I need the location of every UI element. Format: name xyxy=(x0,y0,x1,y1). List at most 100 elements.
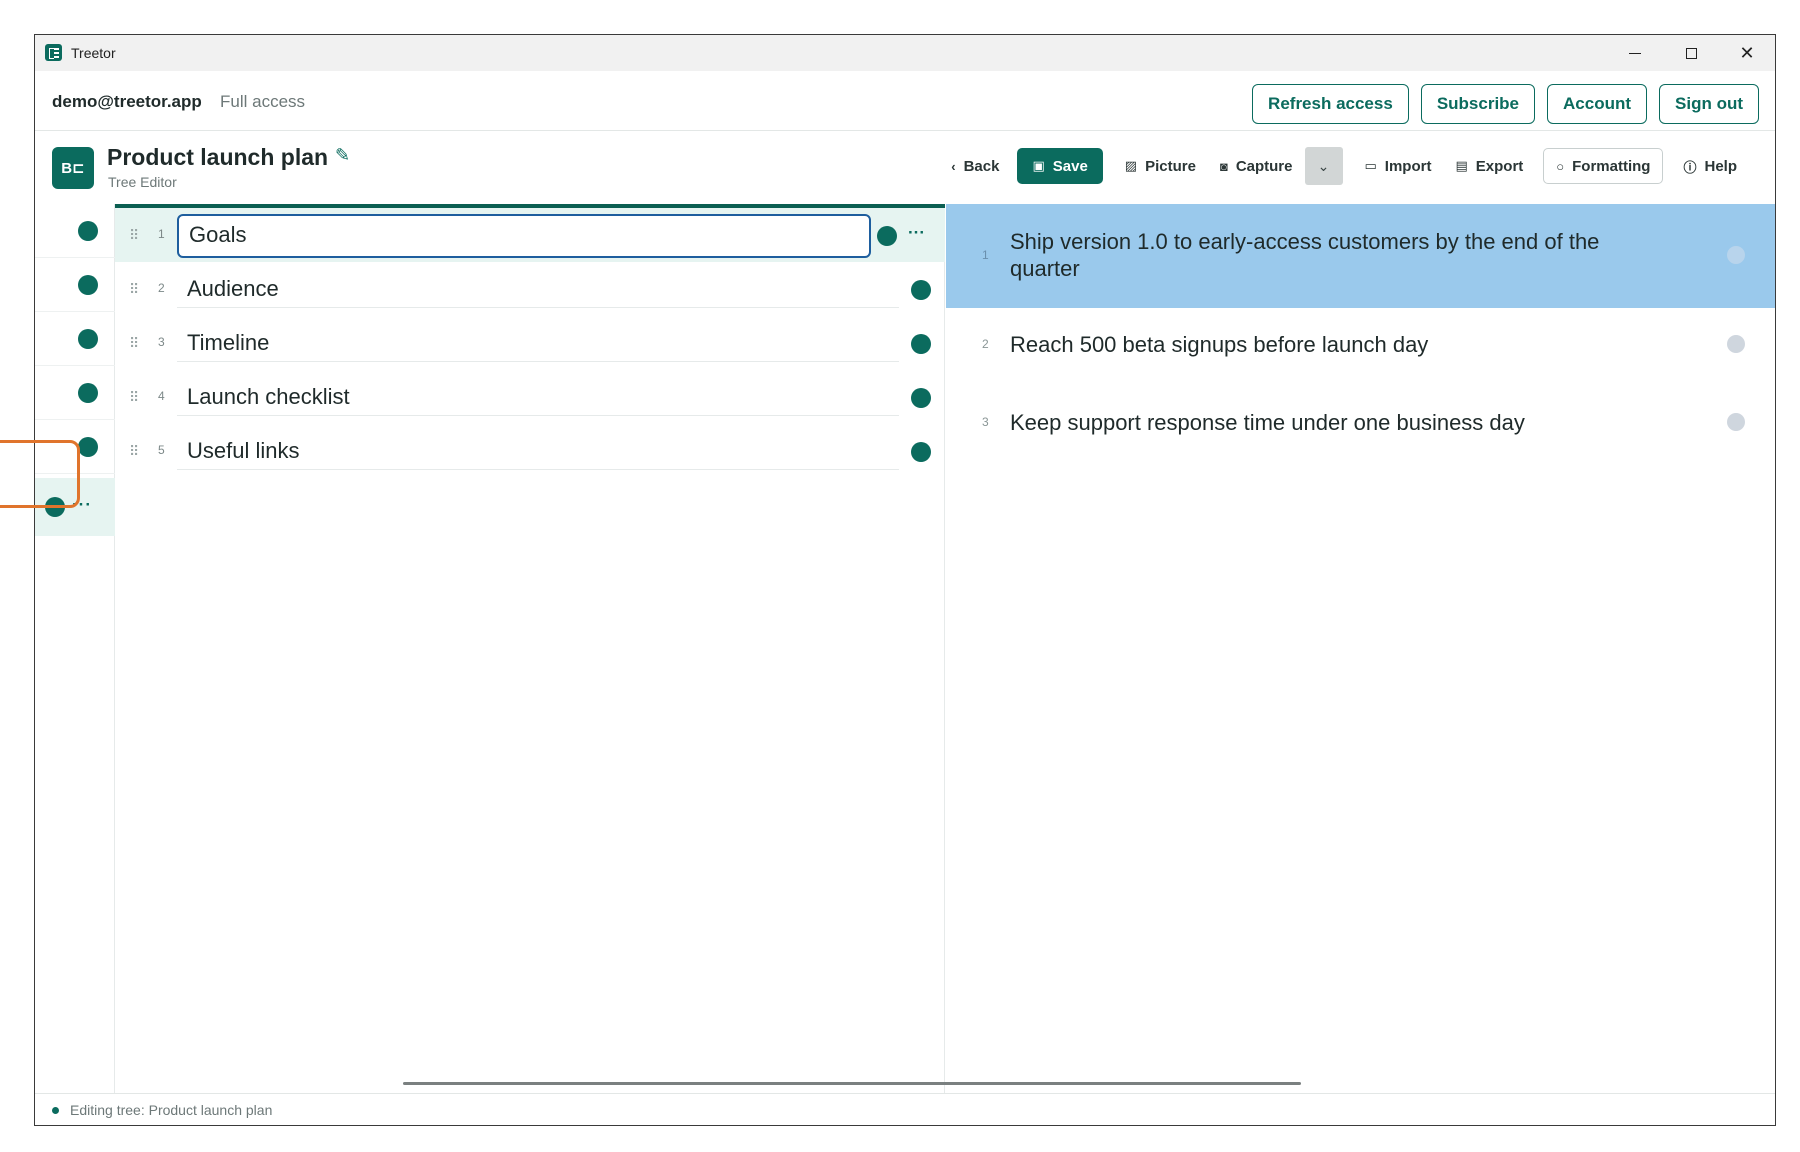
sign-out-button[interactable]: Sign out xyxy=(1659,84,1759,124)
tree-panel: ⠿ 1 Goals ··· ⠿ 2 Audience ⠿ 3 Timeline … xyxy=(115,204,945,1093)
drag-handle-icon[interactable]: ⠿ xyxy=(129,444,139,458)
node-dot-icon[interactable] xyxy=(911,388,931,408)
node-dot-icon xyxy=(78,221,98,241)
back-label: Back xyxy=(963,157,1000,175)
back-button[interactable]: ‹ Back xyxy=(939,148,1011,184)
page-subtitle: Tree Editor xyxy=(108,174,177,190)
app-window: Treetor ✕ demo@treetor.app Full access R… xyxy=(34,34,1776,1126)
tree-row[interactable]: ⠿ 4 Launch checklist xyxy=(115,370,945,424)
rail-more-item[interactable]: ··· xyxy=(35,478,115,536)
minimize-button[interactable] xyxy=(1607,35,1663,71)
item-number: 1 xyxy=(982,248,989,262)
item-text[interactable]: Reach 500 beta signups before launch day xyxy=(1010,331,1675,358)
rail-item[interactable] xyxy=(35,312,115,366)
item-text[interactable]: Ship version 1.0 to early-access custome… xyxy=(1010,228,1675,282)
chevron-down-icon: ⌄ xyxy=(1317,157,1330,174)
maximize-icon xyxy=(1685,47,1697,59)
account-email: demo@treetor.app xyxy=(52,92,202,111)
drag-handle-icon[interactable]: ⠿ xyxy=(129,282,139,296)
capture-button[interactable]: ◙ Capture xyxy=(1208,148,1305,184)
export-label: Export xyxy=(1475,157,1524,175)
maximize-button[interactable] xyxy=(1663,35,1719,71)
import-button[interactable]: ▭ Import xyxy=(1353,148,1444,184)
rail-item[interactable] xyxy=(35,258,115,312)
content-panel: 1 Ship version 1.0 to early-access custo… xyxy=(946,204,1775,1093)
node-dot-icon xyxy=(78,329,98,349)
row-number: 4 xyxy=(158,389,165,403)
document-header: B⊏ Product launch plan ✎ Tree Editor ‹ B… xyxy=(35,132,1775,204)
help-icon: ⓘ xyxy=(1683,159,1697,175)
tree-editor-icon: B⊏ xyxy=(52,147,94,189)
content-item[interactable]: 2 Reach 500 beta signups before launch d… xyxy=(946,308,1775,386)
tree-row[interactable]: ⠿ 3 Timeline xyxy=(115,316,945,370)
rail-item[interactable] xyxy=(35,204,115,258)
save-label: Save xyxy=(1052,157,1088,175)
content-item[interactable]: 1 Ship version 1.0 to early-access custo… xyxy=(946,204,1775,308)
formatting-button[interactable]: ○ Formatting xyxy=(1543,148,1664,184)
title-bar: Treetor ✕ xyxy=(35,35,1775,71)
picture-label: Picture xyxy=(1145,157,1196,175)
node-dot-icon[interactable] xyxy=(1727,335,1745,353)
import-label: Import xyxy=(1384,157,1432,175)
row-number: 1 xyxy=(158,227,165,241)
tree-item-label[interactable]: Timeline xyxy=(177,326,899,362)
tree-row[interactable]: ⠿ 2 Audience xyxy=(115,262,945,316)
account-bar: demo@treetor.app Full access Refresh acc… xyxy=(35,71,1775,131)
rail-item[interactable] xyxy=(35,366,115,420)
node-dot-icon[interactable] xyxy=(1727,246,1745,264)
camera-icon: ◙ xyxy=(1219,158,1228,174)
node-dot-icon[interactable] xyxy=(1727,413,1745,431)
export-icon: ▤ xyxy=(1455,158,1468,173)
chevron-left-icon: ‹ xyxy=(951,158,956,174)
status-dot-icon xyxy=(52,1107,59,1114)
node-dot-icon[interactable] xyxy=(877,226,897,246)
export-button[interactable]: ▤ Export xyxy=(1443,148,1535,184)
rename-pencil-icon[interactable]: ✎ xyxy=(335,145,350,166)
help-button[interactable]: ⓘ Help xyxy=(1671,148,1749,184)
subscribe-button[interactable]: Subscribe xyxy=(1420,84,1536,124)
tree-item-label[interactable]: Audience xyxy=(177,272,899,308)
item-number: 3 xyxy=(982,415,989,429)
content-item[interactable]: 3 Keep support response time under one b… xyxy=(946,386,1775,464)
tree-item-input[interactable]: Goals xyxy=(177,214,871,258)
access-level: Full access xyxy=(220,92,306,111)
node-dot-icon xyxy=(78,275,98,295)
level-rail: ··· xyxy=(35,204,115,1093)
tree-row[interactable]: ⠿ 5 Useful links xyxy=(115,424,945,478)
node-dot-icon xyxy=(78,437,98,457)
item-text[interactable]: Keep support response time under one bus… xyxy=(1010,409,1675,436)
node-dot-icon[interactable] xyxy=(911,334,931,354)
drag-handle-icon[interactable]: ⠿ xyxy=(129,390,139,404)
window-title: Treetor xyxy=(71,45,116,61)
page-title: Product launch plan xyxy=(107,144,329,170)
drag-handle-icon[interactable]: ⠿ xyxy=(129,336,139,350)
formatting-icon: ○ xyxy=(1556,158,1565,174)
rail-item[interactable] xyxy=(35,420,115,474)
node-dot-icon[interactable] xyxy=(911,442,931,462)
tree-item-label[interactable]: Useful links xyxy=(177,434,899,470)
node-dot-icon[interactable] xyxy=(911,280,931,300)
close-icon: ✕ xyxy=(1739,43,1755,63)
close-button[interactable]: ✕ xyxy=(1719,35,1775,71)
tree-row[interactable]: ⠿ 1 Goals ··· xyxy=(115,208,945,262)
picture-button[interactable]: ▨ Picture xyxy=(1113,148,1208,184)
node-dot-icon xyxy=(78,383,98,403)
tree-item-label[interactable]: Launch checklist xyxy=(177,380,899,416)
more-options-icon: ··· xyxy=(72,495,92,514)
capture-dropdown-button[interactable]: ⌄ xyxy=(1304,147,1343,185)
horizontal-scrollbar[interactable] xyxy=(403,1082,1301,1085)
status-bar: Editing tree: Product launch plan xyxy=(35,1093,1775,1125)
image-icon: ▨ xyxy=(1124,158,1138,173)
account-actions: Refresh access Subscribe Account Sign ou… xyxy=(1252,84,1759,124)
folder-icon: ▭ xyxy=(1364,158,1377,173)
refresh-access-button[interactable]: Refresh access xyxy=(1252,84,1409,124)
row-number: 2 xyxy=(158,281,165,295)
drag-handle-icon[interactable]: ⠿ xyxy=(129,228,139,242)
more-options-icon[interactable]: ··· xyxy=(908,223,925,243)
save-button[interactable]: ▣ Save xyxy=(1017,148,1103,184)
formatting-label: Formatting xyxy=(1572,157,1651,175)
account-button[interactable]: Account xyxy=(1547,84,1648,124)
item-number: 2 xyxy=(982,337,989,351)
row-number: 3 xyxy=(158,335,165,349)
toolbar: ‹ Back ▣ Save ▨ Picture ◙ Capture ⌄ ▭ Im… xyxy=(939,147,1749,185)
